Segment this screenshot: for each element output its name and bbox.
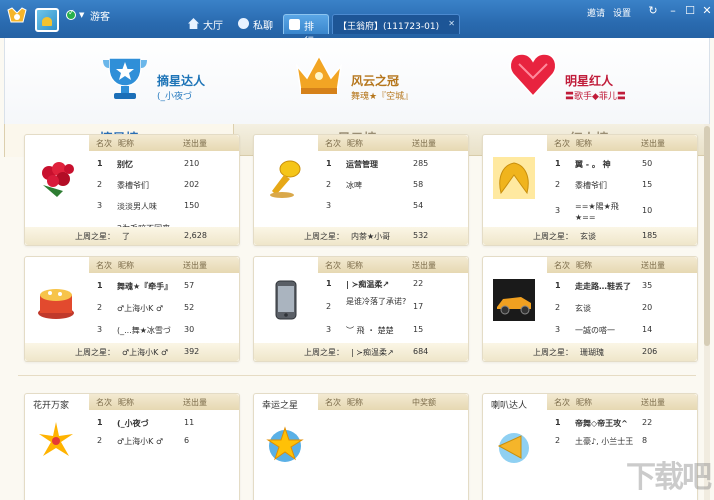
card-header: 名次 昵称 送出量 — [89, 135, 239, 151]
ranking-icon — [289, 19, 300, 30]
last-week-star[interactable]: 上周之星：了 2,628 — [25, 227, 239, 245]
app-logo-icon — [7, 7, 27, 23]
card-header: 名次 昵称 送出量 — [547, 135, 697, 151]
window-close-icon[interactable]: ✕ — [700, 4, 714, 18]
scrollbar-thumb[interactable] — [704, 126, 710, 346]
invite-link[interactable]: 邀请 — [587, 6, 605, 19]
card-header: 名次 昵称 送出量 — [547, 394, 697, 410]
title-bar: ▼ 游客 大厅 私聊 排行 【王翁府】(111723-01) ✕ 邀请 设置 ↻… — [0, 0, 714, 48]
minimize-icon[interactable]: – — [666, 4, 680, 18]
close-icon[interactable]: ✕ — [448, 19, 455, 28]
trophy-icon — [103, 57, 147, 99]
room-tab-label: 【王翁府】(111723-01) — [338, 22, 440, 32]
gift-rank-card: 名次 昵称 送出量 1翼 - 。 神 50 2 黍槽爷们 15 3 ==★陽★飛★== 10 … — [482, 134, 698, 246]
card-header: 名次 昵称 送出量 — [318, 257, 468, 273]
last-week-star[interactable]: 上周之星： 内萘★小哥 532 — [254, 227, 468, 245]
vertical-scrollbar[interactable] — [704, 124, 710, 500]
card-header: 名次 昵称 送出量 — [89, 257, 239, 273]
star-holder: (_小夜づ — [157, 92, 193, 102]
heart-icon — [509, 53, 557, 98]
username: 游客 — [90, 12, 110, 23]
tab-hall-label: 大厅 — [203, 21, 223, 32]
star-title: 摘星达人 — [157, 74, 206, 88]
roses-icon — [42, 162, 74, 197]
trumpet-icon — [497, 433, 529, 463]
gift-rank-card: 名次 昵称 送出量 1 舞魂★『牵手』 57 2 ♂上海小K ♂ 52 3 (_...舞★冰雪… — [24, 256, 240, 362]
last-week-star[interactable]: 上周之星： ♂上海小K ♂ 392 — [25, 343, 239, 361]
card-header: 名次 昵称 送出量 — [89, 394, 239, 410]
section-divider — [18, 375, 696, 376]
fireworks-icon — [39, 422, 73, 456]
tab-ranking[interactable]: 排行 — [283, 14, 329, 48]
last-week-star[interactable]: 上周之星： | ≻痴温柔↗ 684 — [254, 343, 468, 361]
col-nick: 昵称 — [118, 139, 134, 148]
gift-rank-card: 名次 昵称 送出量 1别忆210 2黍槽爷们202 3淡淡男人味150 2为毛咬… — [24, 134, 240, 246]
settings-link[interactable]: 设置 — [613, 6, 631, 19]
gift-rank-card: 名次 昵称 送出量 1 走走路…鞋丢了 35 2 玄谈 20 3 一誠の嗒一 14 上周之星：珊… — [482, 256, 698, 362]
gift-rank-card: 花开万家 名次 昵称 送出量 1 (_小夜づ 11 2 ♂上海小K ♂ 6 — [24, 393, 240, 500]
col-rank: 名次 — [96, 139, 112, 148]
iphone-icon — [275, 280, 297, 320]
card-title: 花开万家 — [33, 401, 70, 411]
tab-hall[interactable]: 大厅 — [183, 14, 229, 34]
tab-chat-label: 私聊 — [253, 21, 273, 32]
gift-rank-card: 名次 昵称 送出量 1 运营管理 285 2 冰啤 58 3 54 上周之星： 内萘★小哥 532 — [253, 134, 469, 246]
card-header: 名次 昵称 中奖额 — [318, 394, 468, 410]
star-title: 明星红人 — [565, 74, 614, 88]
crown-icon — [295, 54, 343, 94]
card-header: 名次 昵称 送出量 — [318, 135, 468, 151]
maximize-icon[interactable]: ☐ — [683, 4, 697, 18]
star-title: 风云之冠 — [351, 74, 400, 88]
star-holder: 〓歌手◆菲儿〓 — [565, 92, 626, 102]
card-header: 名次 昵称 送出量 — [547, 257, 697, 273]
tab-room[interactable]: 【王翁府】(111723-01) ✕ — [332, 14, 460, 34]
star-holder: 舞魂★『空城』 — [351, 92, 414, 102]
card-title: 幸运之星 — [262, 401, 299, 411]
tab-private-chat[interactable]: 私聊 — [233, 14, 279, 34]
sports-car-icon — [493, 279, 535, 321]
golden-microphone-icon — [270, 160, 301, 198]
star-banner: 摘星达人 (_小夜づ 风云之冠 舞魂★『空城』 明星红人 〓歌手◆菲儿〓 — [4, 38, 710, 124]
chat-bubble-icon — [238, 18, 249, 29]
home-icon — [188, 18, 199, 29]
gift-rank-card: 幸运之星 名次 昵称 中奖额 — [253, 393, 469, 500]
ranking-page: 摘星达人 (_小夜づ 风云之冠 舞魂★『空城』 明星红人 〓歌手◆菲儿〓 摘星榜… — [0, 38, 714, 500]
watermark: 下载吧 — [626, 460, 712, 495]
col-amount: 送出量 — [183, 139, 207, 148]
lucky-star-icon — [266, 426, 304, 462]
user-avatar[interactable] — [35, 8, 59, 32]
card-title: 喇叭达人 — [491, 401, 528, 411]
last-week-star[interactable]: 上周之星： 玄谈 185 — [483, 227, 697, 245]
online-status-icon[interactable] — [66, 8, 76, 20]
gift-rank-card: 名次 昵称 送出量 1 | ≻痴温柔↗ 22 2 是谁冷落了承诺? 17 3 ︶ 飛 ・ 楚楚… — [253, 256, 469, 362]
birthday-cake-icon — [38, 289, 74, 319]
status-dropdown-icon[interactable]: ▼ — [79, 11, 84, 19]
gold-wings-icon — [493, 157, 535, 199]
refresh-icon[interactable]: ↻ — [646, 4, 660, 18]
last-week-star[interactable]: 上周之星： 珊瑚瑰 206 — [483, 343, 697, 361]
